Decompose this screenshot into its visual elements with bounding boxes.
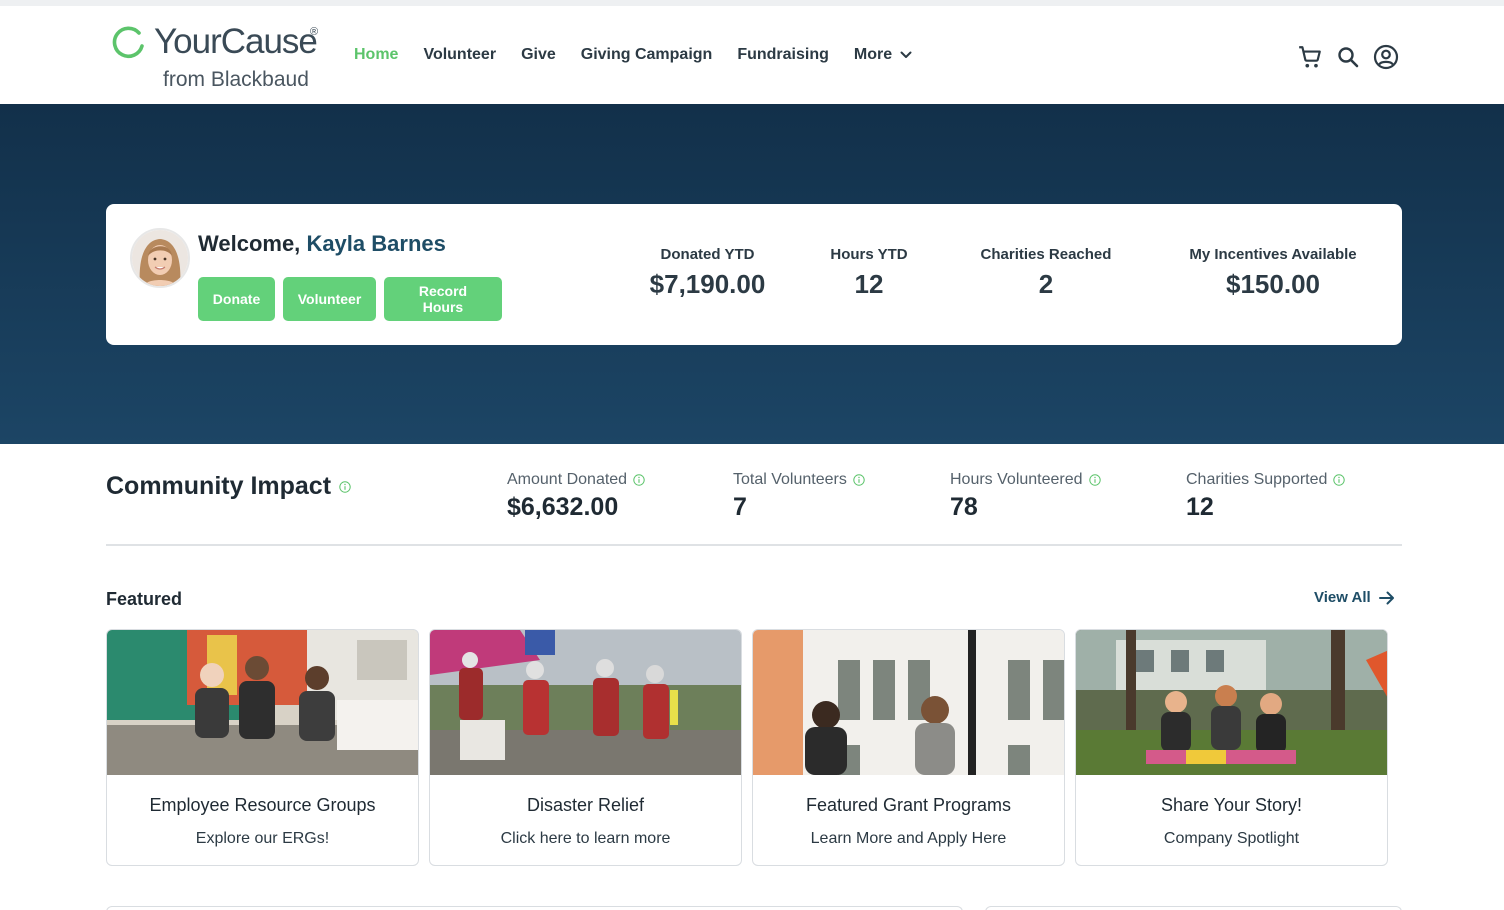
featured-card-erg[interactable]: Employee Resource Groups Explore our ERG… [106, 629, 419, 866]
community-impact-title: Community Impact [106, 472, 332, 500]
card-image-share-story [1076, 630, 1387, 775]
featured-card-grant-programs[interactable]: Featured Grant Programs Learn More and A… [752, 629, 1065, 866]
stat-charities-reached: Charities Reached 2 [967, 246, 1125, 300]
card-title: Employee Resource Groups [149, 795, 376, 815]
impact-hours-volunteered: Hours Volunteered 78 [950, 471, 1101, 522]
avatar[interactable] [130, 228, 190, 288]
welcome-greeting: Welcome, [198, 231, 301, 256]
volunteer-button[interactable]: Volunteer [283, 277, 376, 321]
stat-label: My Incentives Available [1189, 246, 1357, 263]
header-icons [1297, 44, 1399, 70]
main-nav: Home Volunteer Give Giving Campaign Fund… [354, 46, 937, 64]
stat-donated-ytd: Donated YTD $7,190.00 [636, 246, 779, 300]
chevron-down-icon [900, 51, 912, 58]
impact-stat-label-text: Hours Volunteered [950, 471, 1083, 488]
impact-total-volunteers: Total Volunteers 7 [733, 471, 865, 522]
stat-value: 2 [1038, 269, 1054, 299]
impact-stat-label-text: Charities Supported [1186, 471, 1328, 488]
card-subtitle: Click here to learn more [500, 830, 671, 847]
logo-ring-icon [112, 26, 144, 59]
search-icon[interactable] [1335, 44, 1361, 70]
logo-registered-mark: ® [310, 26, 319, 38]
nav-fundraising[interactable]: Fundraising [737, 46, 829, 64]
impact-stat-value: 12 [1186, 493, 1214, 521]
hero-banner: Welcome, Kayla Barnes Donate Volunteer R… [0, 104, 1504, 444]
impact-stat-label: Total Volunteers [733, 471, 865, 489]
stat-incentives-available: My Incentives Available $150.00 [1177, 246, 1369, 300]
card-title: Share Your Story! [1160, 795, 1303, 815]
featured-card-disaster-relief[interactable]: Disaster Relief Click here to learn more [429, 629, 742, 866]
impact-stat-value: 7 [733, 493, 747, 521]
site-header: YourCause ® from Blackbaud Home Voluntee… [0, 6, 1504, 104]
info-icon[interactable] [1088, 474, 1101, 486]
arrow-right-icon [1378, 591, 1394, 604]
info-icon[interactable] [1333, 474, 1346, 486]
donate-button[interactable]: Donate [198, 277, 275, 321]
welcome-user-name: Kayla Barnes [306, 231, 446, 256]
impact-stat-label: Hours Volunteered [950, 471, 1101, 489]
card-title: Disaster Relief [526, 795, 645, 815]
nav-give[interactable]: Give [521, 46, 556, 64]
impact-stat-value: $6,632.00 [507, 493, 619, 521]
impact-stat-value: 78 [950, 493, 978, 521]
card-subtitle: Explore our ERGs! [195, 830, 330, 847]
stat-hours-ytd: Hours YTD 12 [819, 246, 919, 300]
impact-charities-supported: Charities Supported 12 [1186, 471, 1346, 522]
stat-label: Charities Reached [980, 246, 1112, 263]
nav-more-label: More [853, 46, 893, 63]
logo-tagline: from Blackbaud [163, 68, 309, 91]
featured-heading: Featured [106, 589, 183, 609]
nav-home[interactable]: Home [354, 46, 398, 64]
stat-value: 12 [854, 269, 884, 299]
impact-stat-label-text: Amount Donated [507, 471, 628, 488]
impact-stat-label: Amount Donated [507, 471, 645, 489]
welcome-card: Welcome, Kayla Barnes Donate Volunteer R… [106, 204, 1402, 345]
view-all-link[interactable]: View All [1314, 589, 1395, 606]
card-image-disaster-relief [430, 630, 741, 775]
view-all-label: View All [1314, 589, 1371, 606]
stat-label: Donated YTD [660, 246, 755, 263]
card-image-grant-programs [753, 630, 1064, 775]
info-icon[interactable] [633, 474, 645, 486]
stat-value: $150.00 [1226, 269, 1320, 299]
card-subtitle: Company Spotlight [1163, 830, 1300, 847]
featured-card-share-story[interactable]: Share Your Story! Company Spotlight [1075, 629, 1388, 866]
community-impact-heading: Community Impact [106, 472, 351, 501]
nav-volunteer[interactable]: Volunteer [423, 46, 496, 64]
cart-icon[interactable] [1297, 44, 1323, 70]
card-title: Featured Grant Programs [805, 795, 1012, 815]
info-icon[interactable] [339, 480, 351, 493]
impact-stat-label: Charities Supported [1186, 471, 1346, 489]
welcome-heading: Welcome, Kayla Barnes [198, 231, 446, 257]
card-subtitle: Learn More and Apply Here [810, 830, 1007, 847]
section-divider [106, 544, 1402, 546]
quick-action-buttons: Donate Volunteer Record Hours [198, 277, 502, 321]
yourcause-logo[interactable]: YourCause ® from Blackbaud [110, 22, 330, 94]
stat-label: Hours YTD [830, 246, 908, 263]
info-icon[interactable] [853, 474, 865, 486]
logo-wordmark: YourCause [154, 22, 318, 61]
bottom-panel-left [106, 906, 963, 910]
nav-giving-campaign[interactable]: Giving Campaign [581, 46, 713, 64]
bottom-panel-right [985, 906, 1402, 910]
impact-stat-label-text: Total Volunteers [733, 471, 847, 488]
impact-amount-donated: Amount Donated $6,632.00 [507, 471, 645, 522]
nav-more-dropdown[interactable]: More [854, 46, 912, 64]
card-image-erg [107, 630, 418, 775]
stat-value: $7,190.00 [649, 269, 766, 299]
record-hours-button[interactable]: Record Hours [384, 277, 502, 321]
account-icon[interactable] [1373, 44, 1399, 70]
